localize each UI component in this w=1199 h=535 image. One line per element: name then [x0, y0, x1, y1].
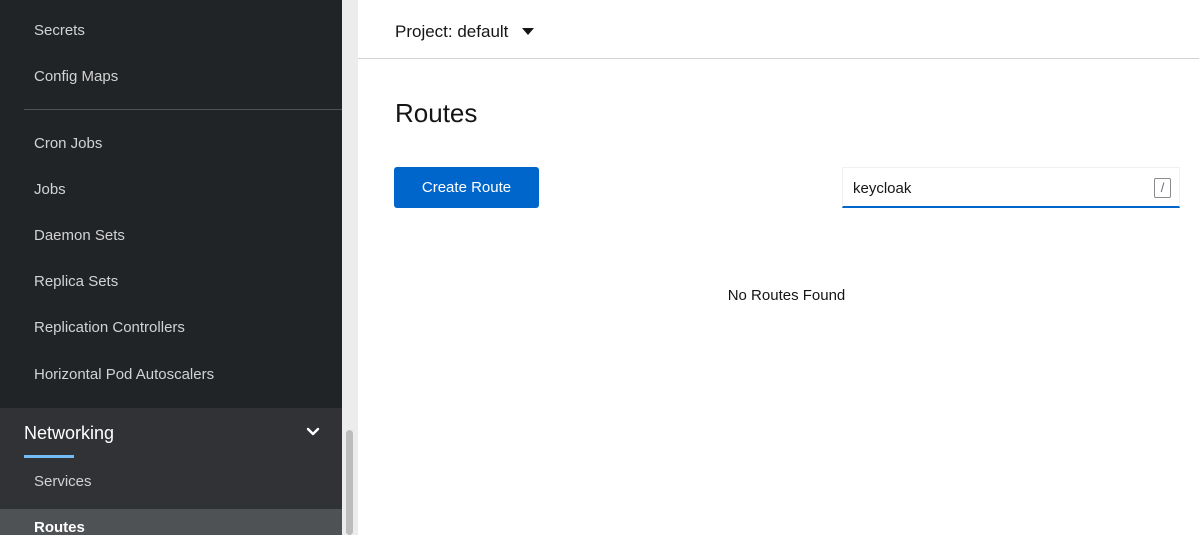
project-dropdown[interactable]: Project: default: [395, 20, 535, 44]
sidebar-nav: Secrets Config Maps Cron Jobs Jobs Daemo…: [0, 0, 342, 535]
chevron-down-icon: [306, 427, 320, 436]
page-title: Routes: [395, 98, 478, 128]
sidebar-item-config-maps[interactable]: Config Maps: [0, 57, 342, 97]
project-bar: Project: default: [358, 0, 1199, 59]
sidebar-scrollbar-thumb[interactable]: [346, 430, 353, 535]
caret-down-icon: [522, 28, 535, 35]
sidebar-item-secrets[interactable]: Secrets: [0, 11, 342, 51]
sidebar-item-horizontal-pod-autoscalers[interactable]: Horizontal Pod Autoscalers: [0, 355, 342, 395]
sidebar-item-cron-jobs[interactable]: Cron Jobs: [0, 124, 342, 164]
keyboard-shortcut-hint: /: [1154, 178, 1171, 198]
sidebar-divider: [24, 109, 342, 110]
sidebar-item-routes[interactable]: Routes: [0, 509, 342, 535]
sidebar-scrollbar[interactable]: [342, 0, 358, 535]
sidebar-item-replica-sets[interactable]: Replica Sets: [0, 262, 342, 302]
sidebar-item-daemon-sets[interactable]: Daemon Sets: [0, 216, 342, 256]
filter-input[interactable]: [853, 176, 1133, 200]
project-dropdown-label: Project: default: [395, 22, 509, 41]
sidebar-item-jobs[interactable]: Jobs: [0, 170, 342, 210]
networking-group-label: Networking: [24, 423, 115, 443]
empty-state-message: No Routes Found: [727, 287, 846, 304]
networking-group-toggle[interactable]: Networking: [0, 408, 342, 463]
sidebar-group-networking: Networking Services Routes: [0, 408, 342, 535]
main-content: Project: default Routes Create Route / N…: [358, 0, 1199, 535]
create-route-button[interactable]: Create Route: [394, 167, 539, 208]
sidebar-item-services[interactable]: Services: [0, 463, 342, 501]
filter-box: /: [842, 167, 1180, 208]
sidebar-item-replication-controllers[interactable]: Replication Controllers: [0, 308, 342, 348]
networking-active-indicator: [24, 455, 74, 458]
